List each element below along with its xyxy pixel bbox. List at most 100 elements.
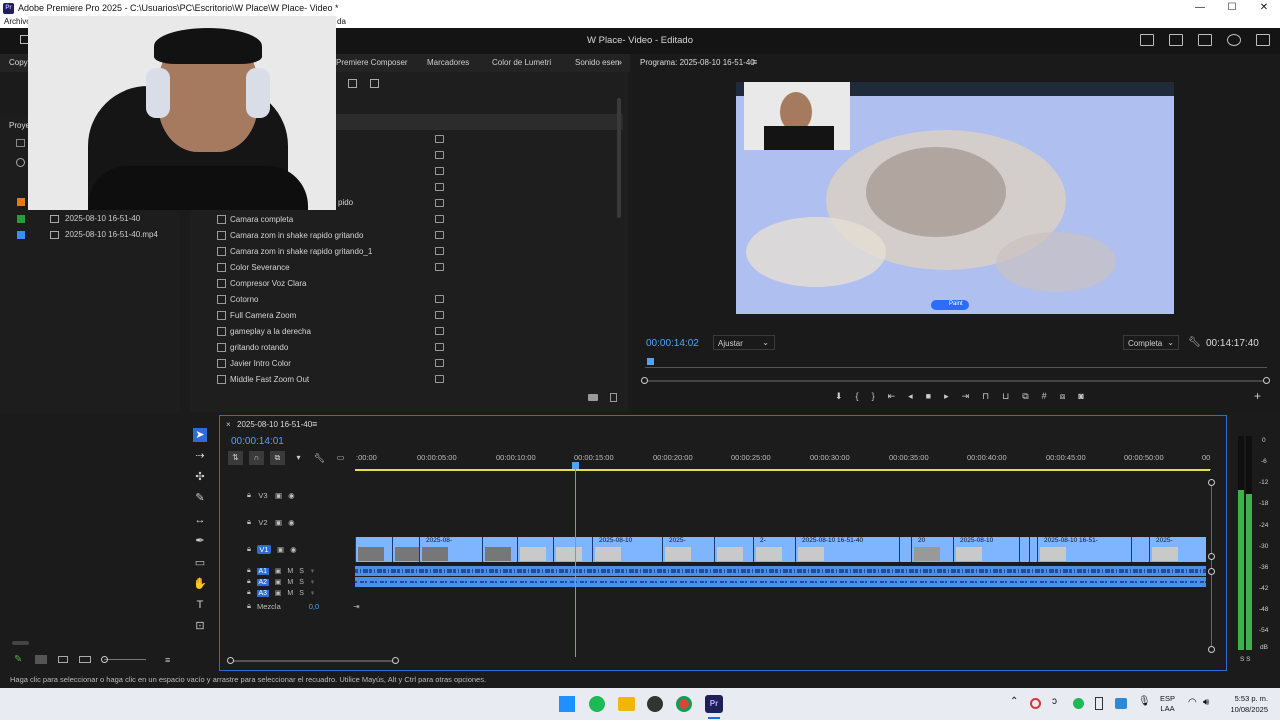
zoom-handle-right[interactable]: [1263, 377, 1270, 384]
scroll-handle[interactable]: [1208, 553, 1215, 560]
wrench-icon[interactable]: 🔧︎: [312, 451, 327, 465]
lock-icon[interactable]: 🔒︎: [247, 517, 251, 527]
project-panel-tab[interactable]: Proye: [9, 121, 30, 130]
linked-selection-icon[interactable]: ⧉: [270, 451, 285, 465]
volume-icon[interactable]: 🔊︎: [1203, 697, 1209, 708]
snap-icon[interactable]: ∩: [249, 451, 264, 465]
fx-item[interactable]: Camara completa: [217, 211, 293, 227]
lock-icon[interactable]: 🔒︎: [247, 578, 251, 586]
meter-solo-buttons[interactable]: S S: [1240, 656, 1250, 663]
eye-icon[interactable]: ◉: [288, 518, 295, 527]
fx-item[interactable]: Camara zom in shake rapido gritando: [217, 227, 363, 243]
menu-lines-icon[interactable]: [1198, 34, 1212, 46]
fx-item[interactable]: gritando rotando: [217, 339, 288, 355]
mix-pan-icon[interactable]: ⇥: [353, 602, 359, 611]
fx-item[interactable]: Javier Intro Color: [217, 355, 291, 371]
maximize-icon[interactable]: ☐: [1216, 0, 1248, 16]
insert-icon[interactable]: #: [1042, 391, 1047, 402]
tab-color-lumetri[interactable]: Color de Lumetri: [492, 58, 551, 67]
video-clip[interactable]: [355, 537, 392, 562]
vertical-zoom-bar[interactable]: [1211, 482, 1212, 650]
eye-icon[interactable]: ◉: [290, 545, 297, 554]
clock[interactable]: 5:53 p. m. 10/08/2025: [1226, 693, 1268, 715]
overwrite-icon[interactable]: ⧈: [1060, 391, 1066, 402]
video-clip[interactable]: 2025-08-10: [953, 537, 1019, 562]
hand-icon[interactable]: ✋: [193, 577, 207, 591]
project-item[interactable]: 2025-08-10 16-51-40: [17, 214, 140, 223]
freeform-view-icon[interactable]: [79, 656, 91, 663]
video-clip[interactable]: [392, 537, 419, 562]
lock-icon[interactable]: 🔒︎: [247, 544, 251, 554]
preset-icon-32[interactable]: [348, 79, 357, 88]
language-indicator[interactable]: ESP LAA: [1160, 694, 1175, 714]
audio-clip-a2[interactable]: [355, 577, 1206, 587]
lift-icon[interactable]: ⊓: [982, 391, 989, 402]
mix-volume-value[interactable]: 0,0: [309, 602, 319, 611]
caption-icon[interactable]: ⊡: [193, 619, 207, 633]
fx-item[interactable]: Full Camera Zoom: [217, 307, 296, 323]
panel-menu-icon[interactable]: ≡: [752, 57, 757, 67]
fx-item[interactable]: Middle Fast Zoom Out: [217, 371, 309, 387]
tray-sync-icon[interactable]: ↄ: [1052, 696, 1057, 707]
video-clip[interactable]: [517, 537, 553, 562]
write-icon[interactable]: ✎: [14, 654, 22, 665]
video-clip[interactable]: [899, 537, 911, 562]
fx-item[interactable]: Color Severance: [217, 259, 290, 275]
wrench-icon[interactable]: 🔧︎: [1188, 337, 1201, 348]
rectangle-icon[interactable]: ▭: [193, 556, 207, 570]
video-clip[interactable]: 20: [911, 537, 953, 562]
monitor-zoom-bar[interactable]: [644, 380, 1267, 382]
minimize-icon[interactable]: —: [1184, 0, 1216, 16]
list-view-icon[interactable]: [16, 139, 25, 147]
chrome-icon[interactable]: [676, 696, 692, 712]
mute-button[interactable]: M: [287, 568, 293, 575]
share-icon[interactable]: [1169, 34, 1183, 46]
search-icon[interactable]: [16, 158, 25, 167]
video-clip[interactable]: 2025-: [1149, 537, 1206, 562]
tab-marcadores[interactable]: Marcadores: [427, 58, 469, 67]
search-icon[interactable]: [1227, 34, 1241, 46]
file-explorer-icon[interactable]: [618, 697, 635, 711]
fullscreen-icon[interactable]: [1256, 34, 1270, 46]
icon-view-icon[interactable]: [58, 656, 68, 663]
spotify-icon[interactable]: [589, 696, 605, 712]
go-to-out-icon[interactable]: ⇥: [962, 391, 970, 402]
solo-button[interactable]: S: [299, 590, 304, 597]
trash-icon[interactable]: [610, 393, 617, 402]
project-item[interactable]: 2025-08-10 16-51-40.mp4: [17, 230, 158, 239]
video-clip[interactable]: [482, 537, 517, 562]
mark-out-icon[interactable]: }: [872, 391, 875, 402]
program-video-frame[interactable]: Paint: [736, 82, 1174, 314]
selection-tool-icon[interactable]: ➤: [193, 428, 207, 442]
slip-icon[interactable]: ↔: [193, 513, 207, 527]
nest-icon[interactable]: ⇅: [228, 451, 243, 465]
effects-scrollbar[interactable]: [617, 98, 621, 218]
fx-item[interactable]: Cotorno: [217, 291, 258, 307]
tray-app-icon[interactable]: [1030, 698, 1041, 709]
tray-mic-icon[interactable]: 🎙︎: [1138, 696, 1151, 707]
monitor-current-time[interactable]: 00:00:14:02: [646, 338, 699, 349]
video-clip[interactable]: 2025-08-10: [592, 537, 662, 562]
add-marker-icon[interactable]: ▾: [291, 451, 306, 465]
camera-icon[interactable]: ◙: [1078, 391, 1083, 402]
chevron-up-icon[interactable]: ⌃: [1010, 696, 1018, 707]
lock-icon[interactable]: 🔒︎: [247, 567, 251, 575]
razor-icon[interactable]: ✎: [193, 491, 207, 505]
zoom-handle-left[interactable]: [641, 377, 648, 384]
windows-start-icon[interactable]: [559, 696, 575, 712]
mark-in-icon[interactable]: {: [856, 391, 859, 402]
fx-item[interactable]: Compresor Voz Clara: [217, 275, 306, 291]
fx-item[interactable]: gameplay a la derecha: [217, 323, 311, 339]
video-clip[interactable]: 2025-08-10 16-51-: [1037, 537, 1131, 562]
audio-clip-a1[interactable]: [355, 566, 1206, 576]
lock-icon[interactable]: 🔒︎: [247, 490, 251, 500]
tab-premiere-composer[interactable]: Premiere Composer: [336, 58, 408, 67]
monitor-time-ruler[interactable]: [645, 362, 1267, 368]
step-forward-icon[interactable]: ▸: [944, 391, 949, 402]
mute-button[interactable]: M: [287, 590, 293, 597]
video-clip[interactable]: 2025-: [662, 537, 714, 562]
add-button-icon[interactable]: +: [1254, 389, 1261, 403]
app-icon[interactable]: [647, 696, 663, 712]
fx-item[interactable]: Camara zom in shake rapido gritando_1: [217, 243, 372, 259]
panel-menu-icon[interactable]: ≡: [312, 419, 317, 429]
